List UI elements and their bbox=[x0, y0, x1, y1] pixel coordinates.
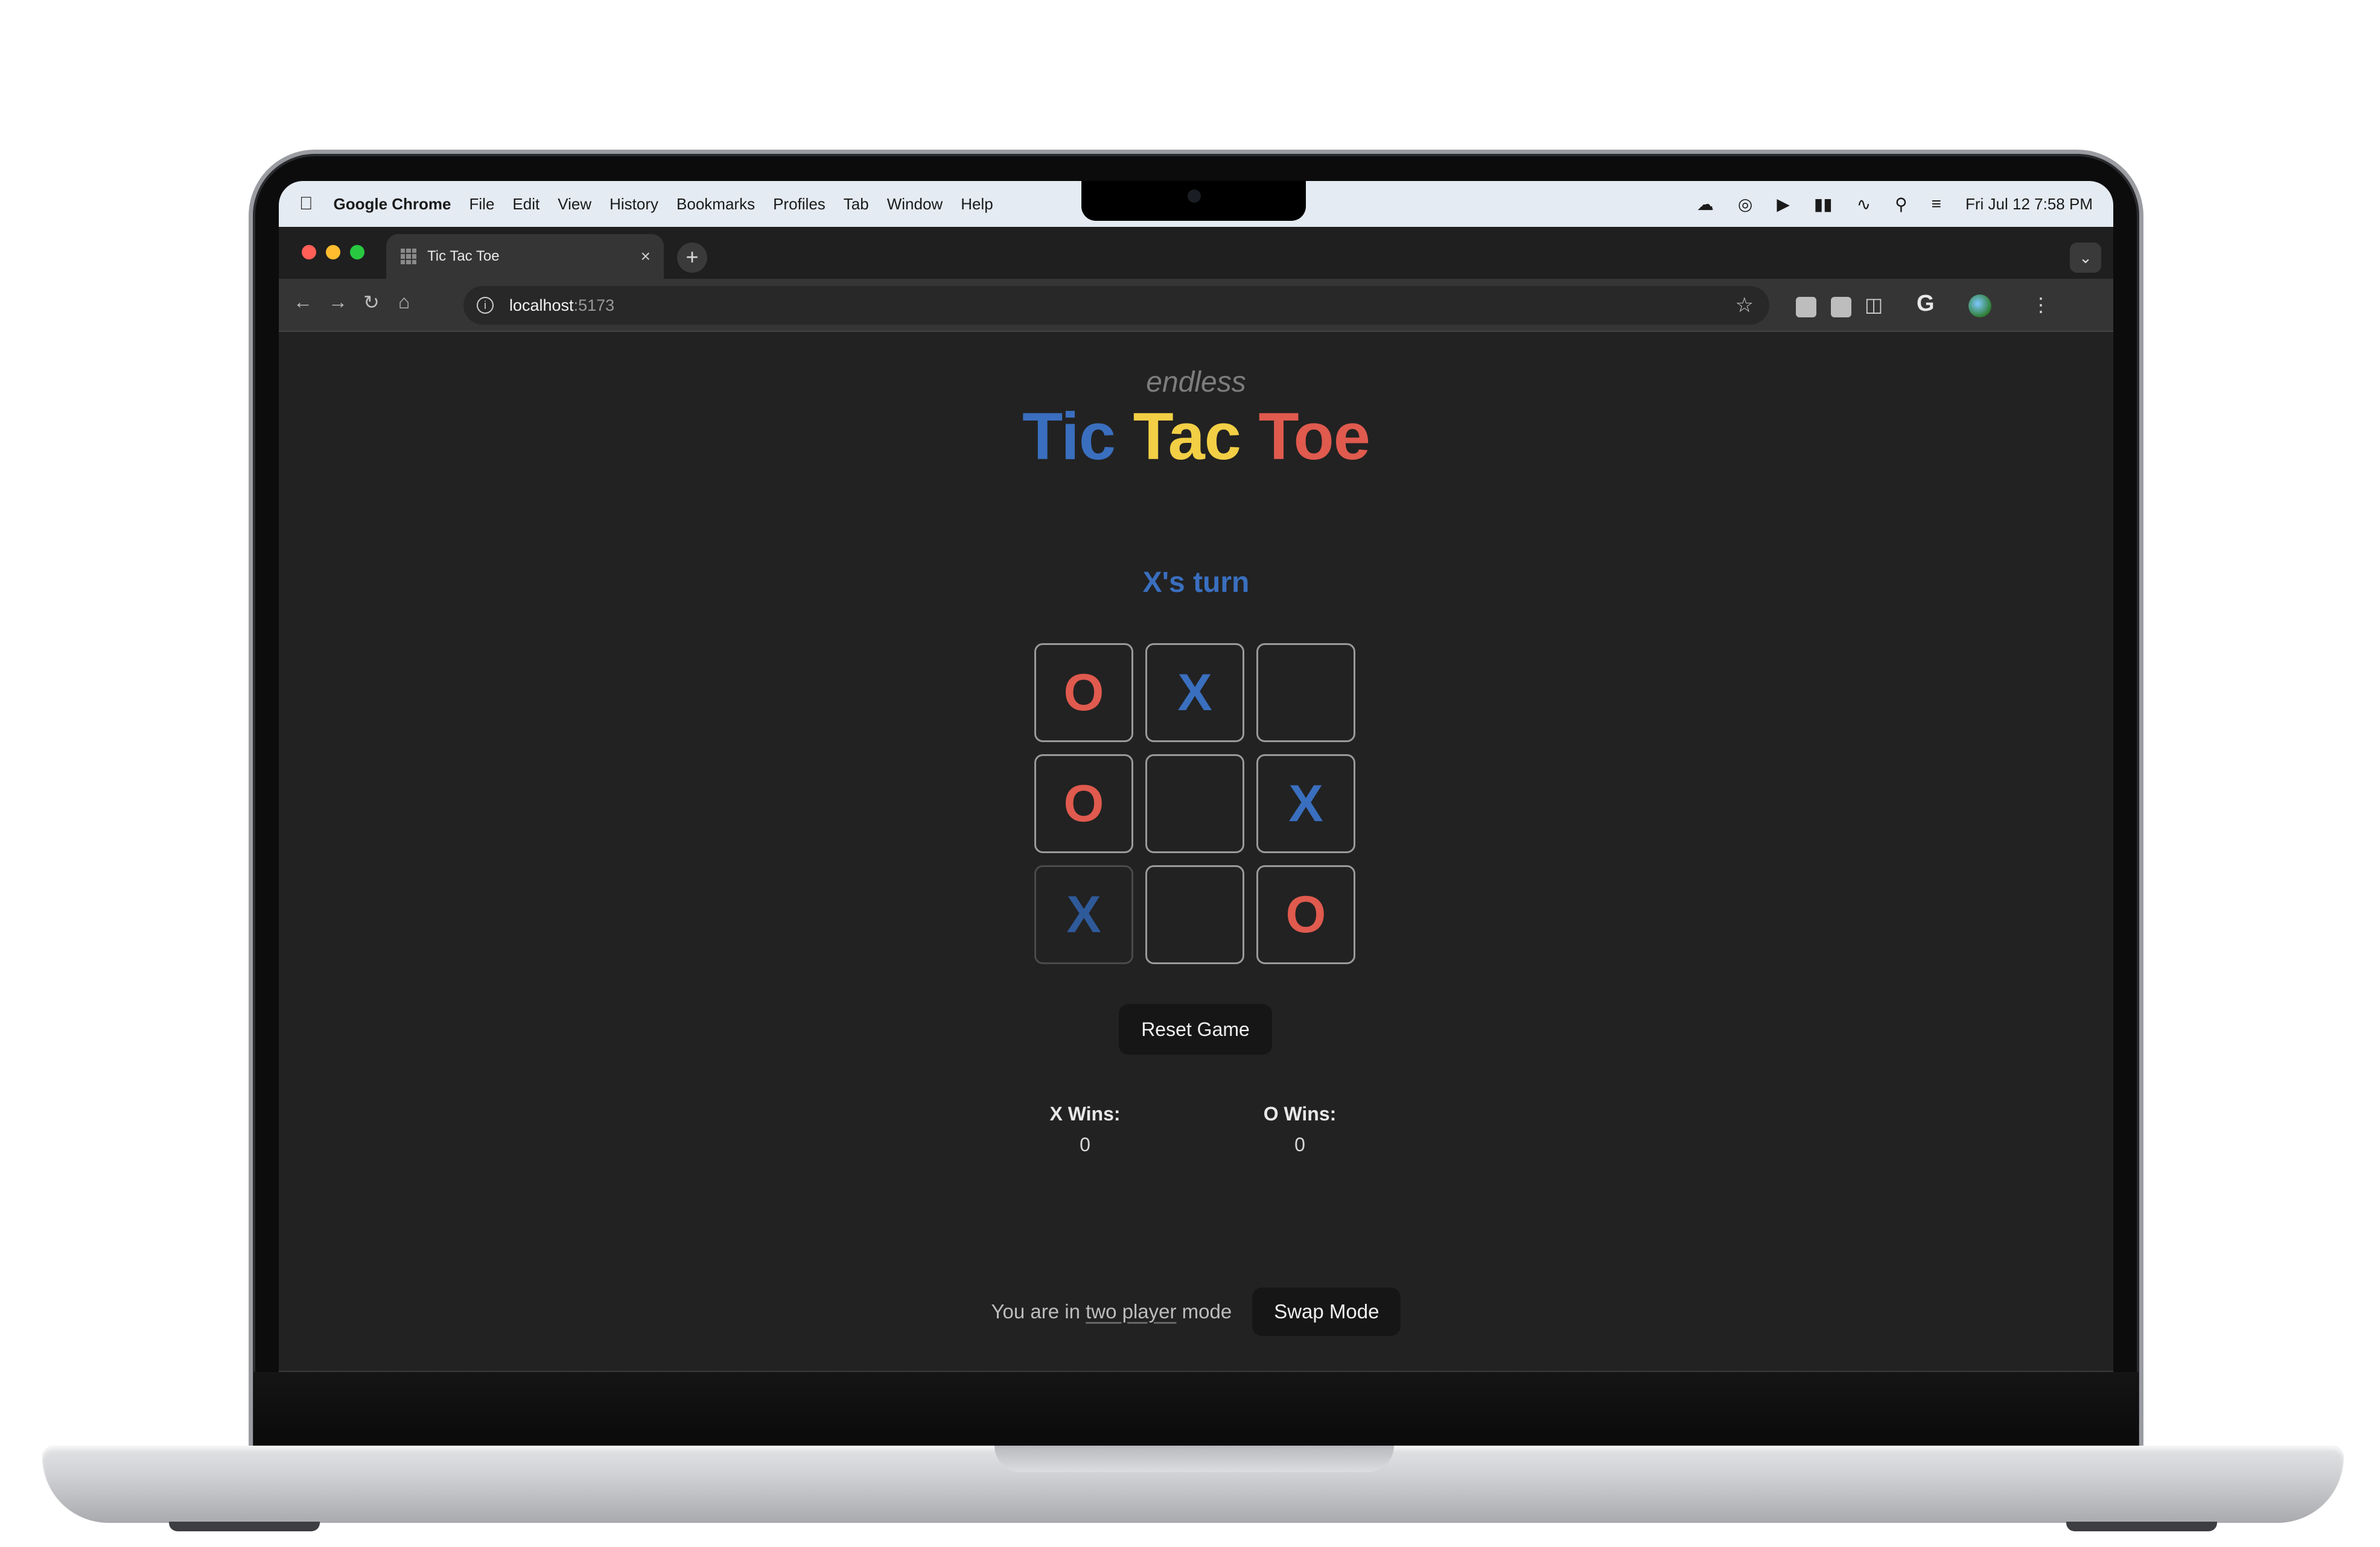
google-g-icon[interactable]: G bbox=[1917, 291, 1935, 317]
more-menu-icon[interactable]: ⋮ bbox=[2031, 293, 2051, 316]
o-score: O Wins: 0 bbox=[1239, 1103, 1360, 1156]
bookmark-star-icon[interactable]: ☆ bbox=[1736, 293, 1754, 317]
reload-icon[interactable]: ↻ bbox=[363, 291, 380, 314]
x-wins-value: 0 bbox=[1080, 1134, 1090, 1155]
laptop-foot-right bbox=[2066, 1522, 2217, 1531]
title-word-tic: Tic bbox=[1022, 399, 1116, 474]
menu-tab[interactable]: Tab bbox=[844, 195, 869, 214]
tab-close-icon[interactable]: × bbox=[641, 247, 651, 266]
address-bar[interactable]: i localhost:5173 ☆ bbox=[463, 286, 1769, 325]
window-zoom-button[interactable] bbox=[350, 245, 364, 259]
battery-icon[interactable]: ▮▮ bbox=[1814, 194, 1833, 214]
page-subtitle: endless bbox=[1146, 366, 1246, 398]
globe-icon[interactable]: ◎ bbox=[1738, 194, 1752, 214]
laptop-bezel bbox=[253, 1372, 2139, 1448]
search-icon[interactable]: ⚲ bbox=[1895, 194, 1908, 214]
menu-view[interactable]: View bbox=[558, 195, 591, 214]
window-close-button[interactable] bbox=[302, 245, 316, 259]
new-tab-button[interactable]: + bbox=[677, 243, 707, 273]
wifi-icon[interactable]: ∿ bbox=[1857, 194, 1871, 214]
swap-mode-button[interactable]: Swap Mode bbox=[1252, 1288, 1401, 1336]
title-word-toe: Toe bbox=[1258, 399, 1370, 474]
mode-name: two player bbox=[1086, 1300, 1177, 1323]
board-cell-7[interactable]: X bbox=[1034, 865, 1133, 964]
o-wins-value: 0 bbox=[1294, 1134, 1305, 1155]
url-port: :5173 bbox=[573, 296, 615, 314]
mode-status-text: You are in two player mode bbox=[991, 1300, 1232, 1323]
chrome-toolbar: ← → ↻ ⌂ i localhost:5173 ☆ ◫ G ⋮ bbox=[279, 279, 2113, 332]
web-page: endless Tic Tac Toe X's turn O X O X X O… bbox=[279, 332, 2113, 1372]
chrome-tab-strip: Tic Tac Toe × + ⌄ bbox=[279, 227, 2113, 279]
camera-icon bbox=[1188, 189, 1201, 203]
forward-arrow-icon[interactable]: → bbox=[328, 291, 348, 313]
o-wins-label: O Wins: bbox=[1263, 1103, 1337, 1125]
menu-app-name[interactable]: Google Chrome bbox=[334, 195, 451, 214]
menu-bookmarks[interactable]: Bookmarks bbox=[676, 195, 755, 214]
turn-indicator: X's turn bbox=[1142, 567, 1250, 599]
tab-search-button[interactable]: ⌄ bbox=[2070, 243, 2101, 273]
board-cell-8[interactable] bbox=[1145, 865, 1244, 964]
site-info-icon[interactable]: i bbox=[477, 297, 494, 314]
profile-avatar[interactable] bbox=[1968, 294, 1991, 317]
board-cell-3[interactable] bbox=[1256, 643, 1355, 742]
screen:  Google Chrome File Edit View History B… bbox=[279, 181, 2113, 1372]
back-arrow-icon[interactable]: ← bbox=[293, 291, 313, 313]
board-cell-6[interactable]: X bbox=[1256, 754, 1355, 853]
url-host: localhost bbox=[509, 296, 574, 314]
menu-bar-clock[interactable]: Fri Jul 12 7:58 PM bbox=[1965, 195, 2093, 214]
page-title: Tic Tac Toe bbox=[279, 398, 2113, 475]
apple-logo-icon[interactable]:  bbox=[299, 194, 313, 214]
cloud-icon[interactable]: ☁ bbox=[1697, 194, 1714, 214]
x-wins-label: X Wins: bbox=[1049, 1103, 1121, 1125]
tab-title: Tic Tac Toe bbox=[427, 248, 500, 264]
board-cell-2[interactable]: X bbox=[1145, 643, 1244, 742]
tab-tic-tac-toe[interactable]: Tic Tac Toe × bbox=[386, 234, 664, 279]
mode-prefix: You are in bbox=[991, 1300, 1086, 1323]
extension-icon-2[interactable] bbox=[1831, 297, 1851, 317]
x-score: X Wins: 0 bbox=[1025, 1103, 1145, 1156]
reset-game-button[interactable]: Reset Game bbox=[1119, 1004, 1272, 1055]
menu-edit[interactable]: Edit bbox=[512, 195, 539, 214]
menu-bar-status: ☁ ◎ ▶ ▮▮ ∿ ⚲ ≡ Fri Jul 12 7:58 PM bbox=[1697, 181, 2093, 227]
title-word-tac: Tac bbox=[1133, 399, 1241, 474]
board-cell-9[interactable]: O bbox=[1256, 865, 1355, 964]
home-icon[interactable]: ⌂ bbox=[398, 291, 410, 313]
extensions-puzzle-icon[interactable]: ◫ bbox=[1865, 293, 1883, 316]
board-cell-4[interactable]: O bbox=[1034, 754, 1133, 853]
menu-window[interactable]: Window bbox=[887, 195, 943, 214]
grid-favicon-icon bbox=[401, 249, 416, 264]
board-cell-1[interactable]: O bbox=[1034, 643, 1133, 742]
menu-help[interactable]: Help bbox=[961, 195, 993, 214]
play-icon[interactable]: ▶ bbox=[1777, 194, 1790, 214]
window-minimize-button[interactable] bbox=[326, 245, 340, 259]
game-board: O X O X X O bbox=[1034, 643, 1355, 964]
control-center-icon[interactable]: ≡ bbox=[1932, 194, 1941, 214]
extension-icon-1[interactable] bbox=[1796, 297, 1816, 317]
mode-suffix: mode bbox=[1176, 1300, 1232, 1323]
laptop-opening-lip bbox=[994, 1446, 1394, 1472]
mode-bar: You are in two player mode Swap Mode bbox=[279, 1288, 2113, 1336]
viewport-bottom-edge bbox=[279, 1371, 2113, 1372]
menu-profiles[interactable]: Profiles bbox=[773, 195, 826, 214]
board-cell-5[interactable] bbox=[1145, 754, 1244, 853]
laptop-foot-left bbox=[169, 1522, 320, 1531]
menu-file[interactable]: File bbox=[469, 195, 495, 214]
menu-history[interactable]: History bbox=[609, 195, 658, 214]
